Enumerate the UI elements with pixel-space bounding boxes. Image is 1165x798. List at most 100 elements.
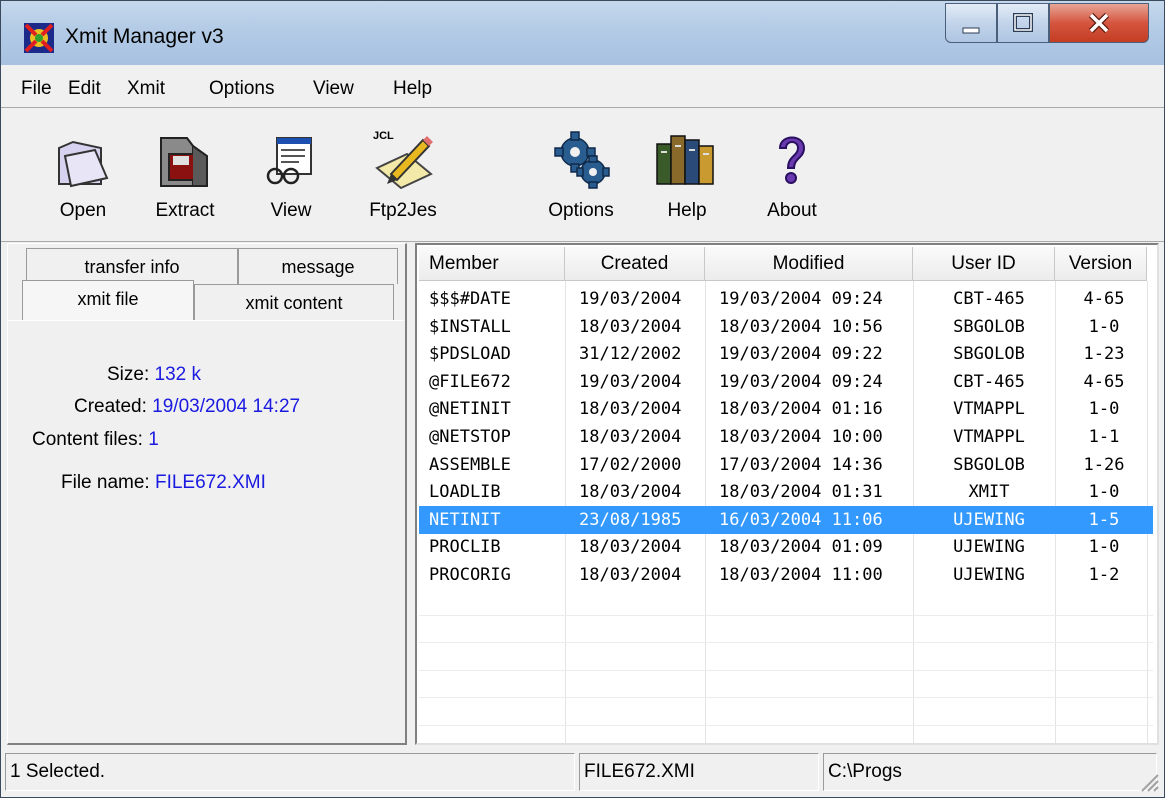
tab-transfer-info[interactable]: transfer info <box>26 248 238 284</box>
toolbar: Open Extract View JCL Ftp2Jes Options He… <box>1 108 1164 242</box>
jcl-pencil-icon: JCL <box>373 130 433 190</box>
cell-user-id: VTMAPPL <box>953 399 1025 420</box>
table-row[interactable]: ASSEMBLE 17/02/2000 17/03/2004 14:36 SBGOLO… <box>419 451 1153 479</box>
minimize-icon <box>962 27 980 34</box>
cell-created: 23/08/1985 <box>579 509 682 530</box>
table-row[interactable]: $PDSLOAD 31/12/2002 19/03/2004 09:22 SBGOLO… <box>419 340 1153 368</box>
column-created[interactable]: Created <box>565 247 705 281</box>
status-file: FILE672.XMI <box>579 753 819 791</box>
size-label: Size: <box>107 364 150 385</box>
gear-icon <box>554 131 610 189</box>
about-label: About <box>767 200 817 221</box>
created-label: Created: <box>74 396 147 417</box>
cell-user-id: CBT-465 <box>953 289 1025 309</box>
menu-view[interactable]: View <box>313 78 354 100</box>
maximize-icon <box>1013 13 1033 32</box>
cell-version: 1-23 <box>1083 344 1125 365</box>
tab-xmit-file[interactable]: xmit file <box>22 280 194 320</box>
menu-bar: File Edit Xmit Options View Help <box>1 65 1164 108</box>
cell-modified: 17/03/2004 14:36 <box>719 454 883 475</box>
help-button[interactable]: Help <box>637 108 737 241</box>
table-row[interactable]: $$$#DATE 19/03/2004 19/03/2004 09:24 CBT-46… <box>419 285 1153 313</box>
extract-disk-icon <box>160 137 208 187</box>
view-document-icon <box>266 137 312 185</box>
cell-user-id: VTMAPPL <box>953 427 1025 447</box>
folder-open-icon <box>58 140 109 188</box>
column-version[interactable]: Version <box>1055 247 1147 281</box>
open-label: Open <box>59 200 107 221</box>
cell-member: NETINIT <box>429 509 501 530</box>
ftp2jes-button[interactable]: JCL Ftp2Jes <box>353 108 453 241</box>
view-button[interactable]: View <box>241 108 341 241</box>
cell-version: 1-5 <box>1088 509 1120 530</box>
cell-member: ASSEMBLE <box>429 454 511 475</box>
tab-divider <box>8 320 404 321</box>
grid-line <box>419 697 1153 699</box>
cell-created: 18/03/2004 <box>579 565 682 585</box>
minimize-button[interactable] <box>945 3 997 43</box>
cell-created: 17/02/2000 <box>579 454 682 475</box>
cell-user-id: XMIT <box>968 482 1010 503</box>
grid-line <box>419 614 1153 616</box>
books-icon <box>656 135 714 185</box>
cell-modified: 18/03/2004 01:31 <box>719 482 883 503</box>
ftp2jes-label: Ftp2Jes <box>369 200 437 221</box>
file-name-value: FILE672.XMI <box>154 472 266 493</box>
close-button[interactable] <box>1049 3 1149 43</box>
cell-member: $$$#DATE <box>429 289 511 309</box>
cell-member: PROCLIB <box>429 537 501 558</box>
table-row[interactable]: PROCLIB 18/03/2004 18/03/2004 01:09 UJEWING… <box>419 533 1153 561</box>
content-files-label: Content files: <box>32 429 143 450</box>
column-modified[interactable]: Modified <box>705 247 913 281</box>
status-bar: 1 Selected. FILE672.XMI C:\Progs <box>1 747 1164 797</box>
table-row[interactable]: LOADLIB 18/03/2004 18/03/2004 01:31 XMIT 1-0 <box>419 478 1153 506</box>
cell-member: @NETSTOP <box>429 427 511 447</box>
table-row[interactable]: NETINIT 23/08/1985 16/03/2004 11:06 UJEWING… <box>419 505 1153 534</box>
cell-member: $PDSLOAD <box>429 344 511 365</box>
cell-member: $INSTALL <box>429 316 511 337</box>
grid-line <box>419 669 1153 671</box>
extract-label: Extract <box>155 200 215 221</box>
cell-member: @NETINIT <box>429 399 511 420</box>
extract-button[interactable]: Extract <box>135 108 235 241</box>
tab-xmit-content[interactable]: xmit content <box>194 284 394 320</box>
menu-edit[interactable]: Edit <box>68 78 101 100</box>
column-user-id[interactable]: User ID <box>913 247 1055 281</box>
cell-version: 1-0 <box>1088 482 1120 503</box>
menu-options[interactable]: Options <box>209 78 274 100</box>
content-files-value: 1 <box>148 429 159 450</box>
resize-grip-icon[interactable] <box>1138 771 1160 793</box>
cell-created: 31/12/2002 <box>579 344 682 365</box>
about-button[interactable]: About <box>742 108 842 241</box>
tab-message[interactable]: message <box>238 248 398 284</box>
view-label: View <box>270 200 312 221</box>
cell-user-id: CBT-465 <box>953 371 1025 392</box>
cell-created: 19/03/2004 <box>579 289 682 309</box>
table-row[interactable]: @NETSTOP 18/03/2004 18/03/2004 10:00 VTMAPP… <box>419 423 1153 451</box>
help-label: Help <box>667 200 707 221</box>
menu-xmit[interactable]: Xmit <box>127 78 165 100</box>
cell-user-id: UJEWING <box>953 509 1025 530</box>
column-member[interactable]: Member <box>419 247 565 281</box>
table-row[interactable]: @NETINIT 18/03/2004 18/03/2004 01:16 VTMAPP… <box>419 395 1153 423</box>
app-icon <box>24 23 54 53</box>
menu-help[interactable]: Help <box>393 78 432 100</box>
status-path: C:\Progs <box>823 753 1157 791</box>
cell-modified: 19/03/2004 09:22 <box>719 344 883 365</box>
options-button[interactable]: Options <box>531 108 631 241</box>
open-button[interactable]: Open <box>33 108 133 241</box>
cell-user-id: UJEWING <box>953 565 1025 585</box>
maximize-button[interactable] <box>997 3 1049 43</box>
table-row[interactable]: @FILE672 19/03/2004 19/03/2004 09:24 CBT-46… <box>419 368 1153 396</box>
cell-user-id: SBGOLOB <box>953 454 1025 475</box>
title-bar[interactable]: Xmit Manager v3 <box>1 1 1164 65</box>
menu-file[interactable]: File <box>21 78 52 100</box>
cell-version: 4-65 <box>1083 289 1125 309</box>
cell-created: 19/03/2004 <box>579 371 682 392</box>
member-list[interactable]: Member Created Modified User ID Version … <box>415 243 1159 745</box>
table-row[interactable]: $INSTALL 18/03/2004 18/03/2004 10:56 SBGOLO… <box>419 313 1153 341</box>
created-row: Created: 19/03/2004 14:27 <box>74 396 300 418</box>
cell-user-id: SBGOLOB <box>953 344 1025 365</box>
size-value: 132 k <box>154 364 202 385</box>
table-row[interactable]: PROCORIG 18/03/2004 18/03/2004 11:00 UJEWIN… <box>419 561 1153 589</box>
